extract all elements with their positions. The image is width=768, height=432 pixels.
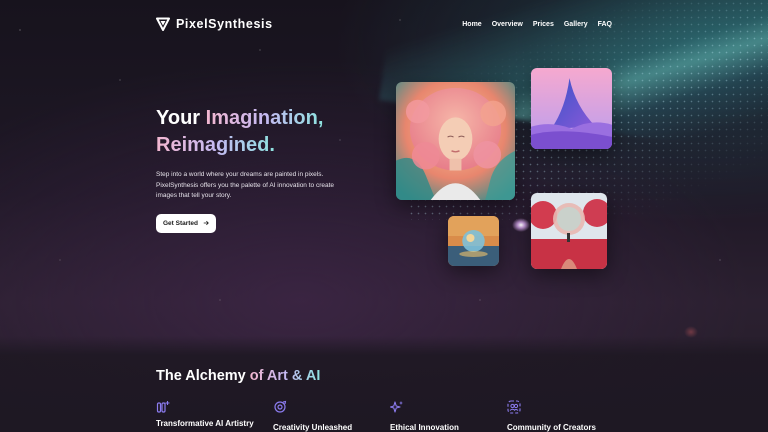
- gallery-image-red-trees: [531, 193, 607, 269]
- feature-item: Community of Creators: [507, 400, 617, 432]
- nav-home[interactable]: Home: [462, 21, 481, 28]
- hero-title-highlight-2: Reimagined.: [156, 134, 275, 156]
- feature-label: Ethical Innovation: [390, 423, 459, 432]
- nav-overview[interactable]: Overview: [492, 21, 523, 28]
- brand-name: PixelSynthesis: [176, 17, 273, 31]
- feature-label: Creativity Unleashed: [273, 423, 353, 432]
- nav-gallery[interactable]: Gallery: [564, 21, 588, 28]
- get-started-button[interactable]: Get Started: [156, 214, 216, 233]
- users-icon: [507, 400, 521, 414]
- features-list: Transformative AI Artistry Creativity Un…: [156, 400, 626, 432]
- section-title-plain: The Alchemy: [156, 368, 250, 384]
- target-icon: [273, 400, 287, 414]
- section-title-highlight: of Art & AI: [249, 368, 321, 384]
- feature-item: Creativity Unleashed: [273, 400, 383, 432]
- gallery-image-mountain: [531, 68, 612, 149]
- hero-title-highlight: Imagination,: [205, 107, 324, 129]
- hero-title: Your Imagination, Reimagined.: [156, 105, 396, 159]
- gallery-image-portrait: [396, 82, 515, 200]
- feature-item: Ethical Innovation: [389, 400, 500, 432]
- nav-faq[interactable]: FAQ: [598, 21, 612, 28]
- gallery-image-sphere: [448, 216, 499, 266]
- main-nav: Home Overview Prices Gallery FAQ: [462, 21, 612, 28]
- glow-orb: [512, 218, 530, 232]
- hero-description: Step into a world where your dreams are …: [156, 171, 335, 199]
- feature-label: Community of Creators: [507, 423, 596, 432]
- sparkles-icon: [389, 400, 404, 414]
- arrow-right-icon: [203, 220, 209, 228]
- brand[interactable]: PixelSynthesis: [156, 17, 273, 31]
- hero-title-plain: Your: [156, 107, 206, 129]
- site-header: PixelSynthesis Home Overview Prices Gall…: [156, 14, 612, 34]
- section-title: The Alchemy of Art & AI: [156, 368, 320, 384]
- nav-prices[interactable]: Prices: [533, 21, 554, 28]
- feature-item: Transformative AI Artistry: [156, 400, 266, 428]
- logo-icon: [156, 17, 170, 31]
- feature-label: Transformative AI Artistry: [156, 419, 254, 428]
- get-started-label: Get Started: [162, 220, 199, 227]
- pen-sparkle-icon: [156, 400, 170, 414]
